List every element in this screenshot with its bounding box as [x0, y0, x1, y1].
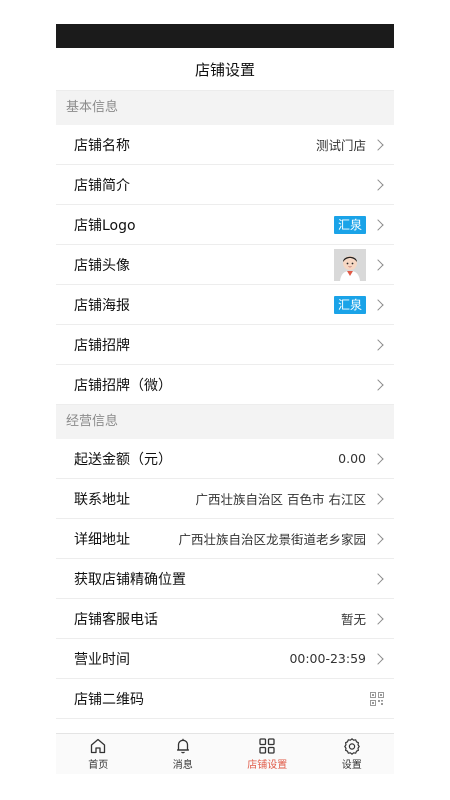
- row-label: 店铺二维码: [74, 691, 144, 708]
- row-label: 店铺海报: [74, 297, 130, 314]
- chevron-right-icon: [372, 378, 384, 391]
- tab-settings[interactable]: 设置: [310, 734, 395, 774]
- chevron-right-icon: [372, 612, 384, 625]
- gear-icon: [343, 738, 360, 755]
- chevron-right-icon: [372, 652, 384, 665]
- row-label: 店铺招牌（微）: [74, 377, 172, 394]
- row-label: 店铺招牌: [74, 337, 130, 354]
- tab-label: 首页: [88, 760, 109, 771]
- row-label: 起送金额（元）: [74, 451, 172, 468]
- row-label: 营业时间: [74, 651, 130, 668]
- page-title: 店铺设置: [194, 60, 255, 79]
- chevron-right-icon: [372, 452, 384, 465]
- row-precise-location[interactable]: 获取店铺精确位置: [56, 559, 394, 599]
- tab-label: 消息: [172, 760, 193, 771]
- row-store-name[interactable]: 店铺名称 测试门店: [56, 125, 394, 165]
- row-store-signboard[interactable]: 店铺招牌: [56, 325, 394, 365]
- poster-badge: 汇泉: [333, 295, 366, 314]
- row-store-poster[interactable]: 店铺海报 汇泉: [56, 285, 394, 325]
- row-label: 店铺Logo: [74, 217, 136, 234]
- bell-icon: [176, 738, 189, 754]
- chevron-right-icon: [372, 532, 384, 545]
- tab-messages[interactable]: 消息: [141, 734, 226, 774]
- tab-store-settings[interactable]: 店铺设置: [225, 734, 310, 774]
- row-min-order[interactable]: 起送金额（元） 0.00: [56, 439, 394, 479]
- chevron-right-icon: [372, 138, 384, 151]
- row-value: 测试门店: [315, 138, 366, 153]
- row-detail-address[interactable]: 详细地址 广西壮族自治区龙景街道老乡家园: [56, 519, 394, 559]
- chevron-right-icon: [372, 338, 384, 351]
- chevron-right-icon: [372, 178, 384, 191]
- row-store-logo[interactable]: 店铺Logo 汇泉: [56, 205, 394, 245]
- tab-home[interactable]: 首页: [56, 734, 141, 774]
- row-value: 广西壮族自治区 百色市 右江区: [195, 492, 366, 507]
- row-store-qrcode[interactable]: 店铺二维码: [56, 679, 394, 719]
- row-value: 0.00: [338, 451, 366, 466]
- bottom-tab-bar: 首页 消息 店铺设置 设置: [56, 733, 394, 774]
- phone-screen: 店铺设置 基本信息 店铺名称 测试门店 店铺简介 店铺Logo 汇泉 店铺头像: [56, 24, 394, 774]
- chevron-right-icon: [372, 572, 384, 585]
- row-service-phone[interactable]: 店铺客服电话 暂无: [56, 599, 394, 639]
- row-label: 店铺简介: [74, 177, 130, 194]
- tab-label: 设置: [341, 760, 362, 771]
- row-value: 暂无: [340, 612, 366, 627]
- row-store-intro[interactable]: 店铺简介: [56, 165, 394, 205]
- avatar-image: [334, 248, 366, 281]
- row-label: 店铺名称: [74, 137, 130, 154]
- row-value: 00:00-23:59: [289, 651, 366, 666]
- row-store-signboard-micro[interactable]: 店铺招牌（微）: [56, 365, 394, 405]
- nav-bar: 店铺设置: [56, 48, 394, 91]
- section-header-business: 经营信息: [56, 405, 394, 439]
- chevron-right-icon: [372, 298, 384, 311]
- section-header-basic: 基本信息: [56, 91, 394, 125]
- row-business-hours[interactable]: 营业时间 00:00-23:59: [56, 639, 394, 679]
- row-label: 联系地址: [74, 491, 130, 508]
- chevron-right-icon: [372, 492, 384, 505]
- chevron-right-icon: [372, 218, 384, 231]
- chevron-right-icon: [372, 258, 384, 271]
- row-value: 广西壮族自治区龙景街道老乡家园: [178, 532, 366, 547]
- row-contact-address[interactable]: 联系地址 广西壮族自治区 百色市 右江区: [56, 479, 394, 519]
- home-icon: [91, 738, 106, 754]
- status-bar: [56, 24, 394, 48]
- row-label: 店铺客服电话: [74, 611, 158, 628]
- row-label: 店铺头像: [74, 257, 130, 274]
- qr-code-icon: [370, 691, 384, 706]
- row-label: 获取店铺精确位置: [74, 571, 186, 588]
- logo-badge: 汇泉: [333, 215, 366, 234]
- row-store-avatar[interactable]: 店铺头像: [56, 245, 394, 285]
- row-label: 详细地址: [74, 531, 130, 548]
- store-grid-icon: [259, 738, 275, 754]
- tab-label: 店铺设置: [247, 760, 288, 771]
